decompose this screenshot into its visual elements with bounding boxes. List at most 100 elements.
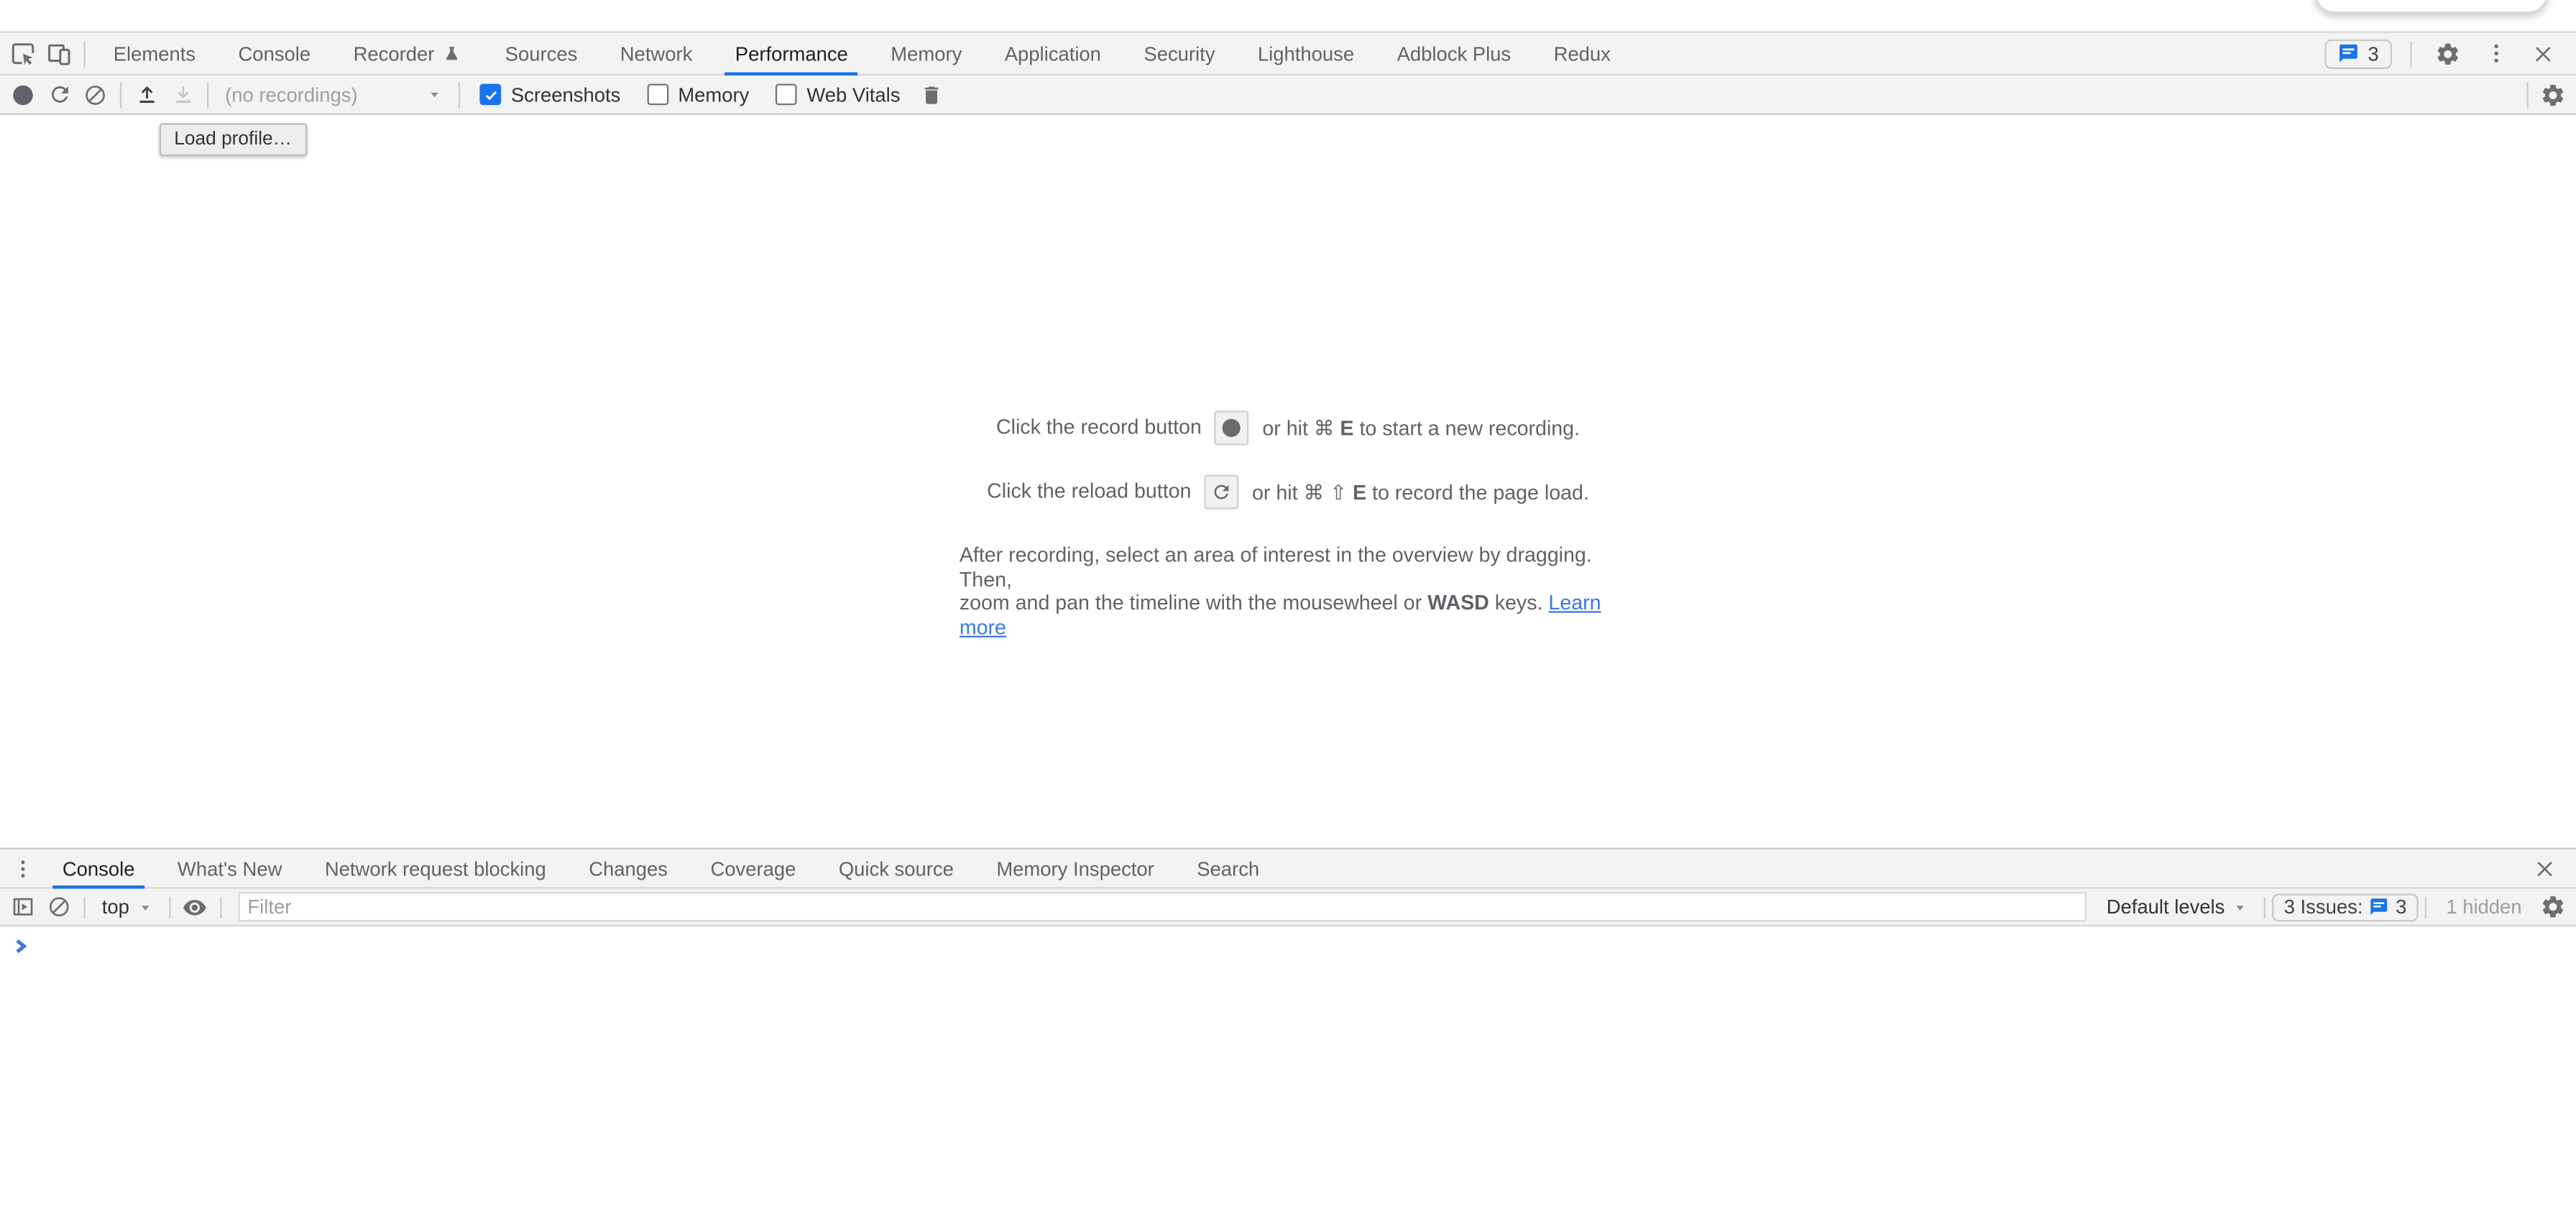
drawer-tab-label: Quick source: [839, 857, 954, 880]
console-messages-area[interactable]: [0, 926, 2576, 1206]
console-sidebar-toggle-button[interactable]: [5, 890, 41, 924]
reload-instruction-mid: or hit ⌘ ⇧ E to record the page load.: [1252, 479, 1589, 503]
drawer-tab-label: Search: [1197, 857, 1259, 880]
clear-button[interactable]: [77, 78, 113, 111]
drawer-tab-console[interactable]: Console: [52, 850, 144, 888]
record-icon: [13, 85, 32, 104]
tab-memory[interactable]: Memory: [881, 33, 972, 74]
or-hit-text: or hit: [1262, 416, 1308, 439]
capture-settings-gear-button[interactable]: [2535, 78, 2571, 111]
tab-label: Lighthouse: [1258, 42, 1354, 65]
shift-key: ⇧: [1330, 481, 1347, 504]
tab-label: Elements: [114, 42, 196, 65]
tab-lighthouse[interactable]: Lighthouse: [1248, 33, 1364, 74]
memory-checkbox-group[interactable]: Memory: [647, 83, 750, 106]
record-icon: [1223, 418, 1241, 436]
load-profile-button[interactable]: [128, 78, 164, 111]
close-drawer-button[interactable]: [2526, 852, 2562, 885]
screenshots-checkbox[interactable]: [479, 84, 501, 106]
record-instruction-post: to start a new recording.: [1359, 416, 1580, 439]
tab-label: Network: [620, 42, 693, 65]
web-vitals-checkbox[interactable]: [776, 84, 797, 106]
divider: [459, 81, 460, 108]
device-toolbar-button[interactable]: [41, 37, 77, 70]
drawer-tab-label: What's New: [178, 857, 282, 880]
issues-bubble-icon: [2338, 42, 2360, 64]
cmd-key: ⌘: [1314, 416, 1335, 439]
tab-label: Recorder: [354, 42, 435, 65]
tab-redux[interactable]: Redux: [1544, 33, 1621, 74]
create-live-expression-button[interactable]: [177, 890, 213, 924]
tab-recorder[interactable]: Recorder: [344, 33, 472, 74]
issues-counter-button[interactable]: 3: [2325, 39, 2392, 68]
tab-label: Redux: [1554, 42, 1611, 65]
divider: [2425, 896, 2426, 918]
wasd-keys: WASD: [1427, 592, 1489, 614]
reload-and-record-button[interactable]: [41, 78, 77, 111]
checkbox-label: Memory: [678, 83, 749, 106]
record-instruction-pre: Click the record button: [996, 415, 1202, 438]
drawer-tab-changes[interactable]: Changes: [579, 850, 678, 888]
reload-instruction-post: to record the page load.: [1372, 481, 1589, 504]
tab-label: Security: [1144, 42, 1215, 65]
more-options-button[interactable]: [2478, 37, 2513, 70]
tab-label: Performance: [735, 42, 848, 65]
delete-recording-button[interactable]: [914, 78, 949, 111]
tab-adblock-plus[interactable]: Adblock Plus: [1387, 33, 1521, 74]
hidden-messages-label: 1 hidden: [2446, 896, 2521, 919]
hint-text: After recording, select an area of inter…: [960, 544, 1616, 640]
shortcut-key: E: [1353, 481, 1366, 504]
cmd-key: ⌘: [1304, 481, 1325, 504]
panel-tabs: Elements Console Recorder Sources Networ…: [92, 33, 1632, 74]
recordings-dropdown[interactable]: (no recordings): [215, 83, 451, 106]
drawer-tab-memory-inspector[interactable]: Memory Inspector: [987, 850, 1164, 888]
console-filter-input[interactable]: [238, 892, 2087, 921]
inspect-element-button[interactable]: [5, 37, 41, 70]
drawer-more-tools-button[interactable]: [5, 852, 41, 885]
console-issues-button[interactable]: 3 Issues: 3: [2273, 893, 2419, 921]
top-strip: [0, 0, 2576, 31]
console-settings-gear-button[interactable]: [2535, 890, 2571, 924]
tab-network[interactable]: Network: [610, 33, 702, 74]
tab-security[interactable]: Security: [1134, 33, 1225, 74]
close-devtools-button[interactable]: [2525, 37, 2561, 70]
memory-checkbox[interactable]: [647, 84, 668, 106]
tab-label: Console: [239, 42, 311, 65]
drawer-tab-search[interactable]: Search: [1187, 850, 1269, 888]
clear-console-button[interactable]: [41, 890, 77, 924]
settings-gear-button[interactable]: [2430, 37, 2466, 70]
web-vitals-checkbox-group[interactable]: Web Vitals: [776, 83, 901, 106]
divider: [84, 896, 86, 918]
context-value: top: [102, 896, 129, 919]
drawer-tab-coverage[interactable]: Coverage: [701, 850, 806, 888]
console-toolbar: top Default levels 3 Issues: 3 1 hidden: [0, 889, 2576, 927]
divider: [207, 81, 208, 108]
tab-console[interactable]: Console: [229, 33, 321, 74]
tab-performance[interactable]: Performance: [725, 33, 857, 74]
load-profile-tooltip: Load profile…: [160, 123, 307, 156]
tab-elements[interactable]: Elements: [104, 33, 206, 74]
screenshots-checkbox-group[interactable]: Screenshots: [479, 83, 620, 106]
log-levels-dropdown[interactable]: Default levels: [2097, 896, 2258, 919]
issues-count: 3: [2396, 896, 2406, 919]
reload-instruction-pre: Click the reload button: [987, 479, 1191, 502]
divider: [120, 81, 121, 108]
main-tab-bar: Elements Console Recorder Sources Networ…: [0, 31, 2576, 75]
hint-line2: zoom and pan the timeline with the mouse…: [960, 592, 1422, 614]
divider: [84, 40, 86, 67]
divider: [2526, 81, 2528, 108]
drawer-tab-label: Network request blocking: [325, 857, 546, 880]
caret-down-icon: [137, 899, 152, 914]
drawer-tab-quick-source[interactable]: Quick source: [829, 850, 964, 888]
console-prompt-row[interactable]: [0, 931, 2576, 961]
record-button[interactable]: [5, 78, 41, 111]
tab-sources[interactable]: Sources: [495, 33, 587, 74]
drawer-tab-network-request-blocking[interactable]: Network request blocking: [315, 850, 556, 888]
performance-panel-content: Load profile… Click the record button or…: [0, 115, 2576, 847]
drawer-tab-whats-new[interactable]: What's New: [167, 850, 292, 888]
checkbox-label: Web Vitals: [806, 83, 900, 106]
tab-application[interactable]: Application: [995, 33, 1111, 74]
save-profile-button[interactable]: [165, 78, 201, 111]
javascript-context-dropdown[interactable]: top: [92, 896, 162, 919]
record-button-illustration: [1215, 410, 1249, 444]
